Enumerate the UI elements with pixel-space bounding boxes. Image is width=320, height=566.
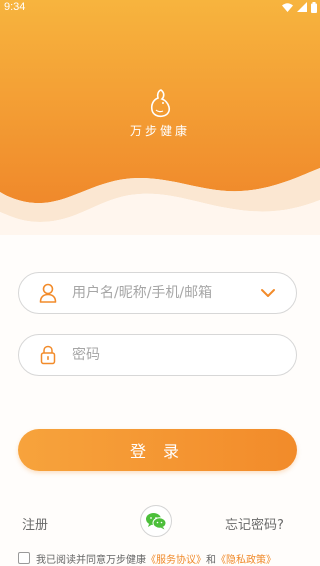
- agreement-checkbox[interactable]: [18, 552, 30, 564]
- status-time: 9:34: [4, 1, 26, 13]
- app-logo: 万步健康: [0, 88, 320, 139]
- username-input[interactable]: [72, 285, 242, 301]
- forgot-password-link[interactable]: 忘记密码?: [225, 514, 284, 533]
- password-input[interactable]: [72, 347, 242, 363]
- password-field[interactable]: [18, 334, 297, 376]
- status-icons: [282, 1, 317, 13]
- chevron-down-icon[interactable]: [260, 286, 276, 300]
- app-name: 万步健康: [129, 124, 190, 138]
- rabbit-logo-icon: [150, 89, 171, 118]
- agreement-text: 我已阅读并同意万步健康: [36, 554, 146, 566]
- username-field[interactable]: [18, 272, 297, 314]
- service-agreement-link[interactable]: 《服务协议》: [146, 551, 206, 566]
- agreement-row: 我已阅读并同意万步健康 《服务协议》 和 《隐私政策》: [18, 551, 276, 566]
- lock-icon: [38, 345, 58, 365]
- status-bar: 9:34: [0, 0, 320, 14]
- user-icon: [38, 283, 58, 303]
- signal-icon: [297, 2, 307, 12]
- wechat-icon: [146, 513, 167, 530]
- register-link[interactable]: 注册: [22, 514, 48, 533]
- privacy-policy-link[interactable]: 《隐私政策》: [216, 551, 276, 566]
- battery-icon: [311, 1, 317, 13]
- wifi-icon: [282, 2, 293, 12]
- agreement-and: 和: [206, 554, 216, 566]
- wechat-login-button[interactable]: [140, 505, 172, 537]
- login-button[interactable]: 登 录: [18, 429, 297, 471]
